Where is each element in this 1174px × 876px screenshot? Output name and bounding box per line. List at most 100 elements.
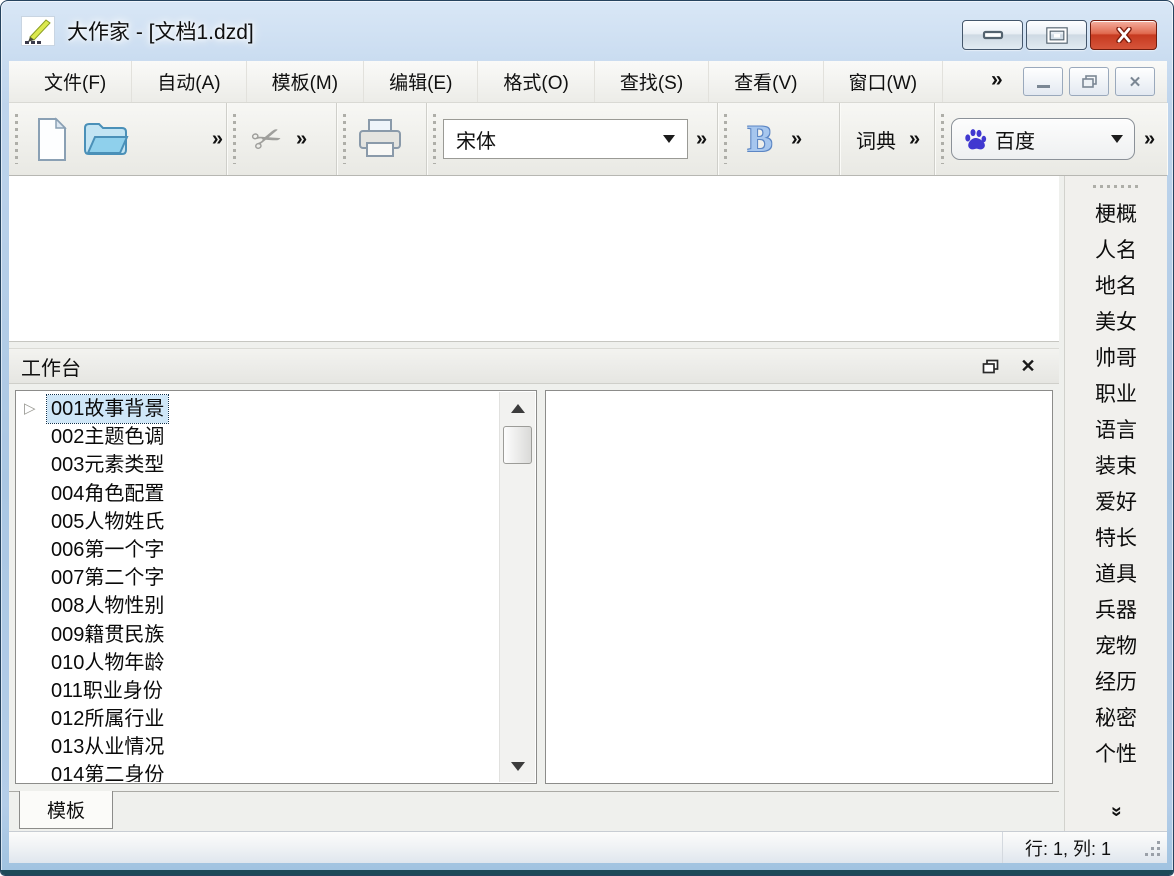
close-panel-button[interactable]: ✕ (1017, 355, 1039, 377)
toolbar-grip[interactable] (941, 114, 944, 164)
tree-item-label: 006第一个字 (51, 538, 165, 561)
sidebar-item[interactable]: 经历 (1095, 663, 1137, 699)
tab-template[interactable]: 模板 (19, 791, 113, 829)
sidebar-grip[interactable] (1093, 185, 1139, 188)
cut-button[interactable]: ✂ (243, 110, 291, 168)
sidebar-item[interactable]: 兵器 (1095, 591, 1137, 627)
scrollbar-thumb[interactable] (503, 426, 532, 464)
sidebar-item[interactable]: 宠物 (1095, 627, 1137, 663)
minimize-icon (982, 30, 1003, 40)
search-engine-select[interactable]: 百度 (951, 118, 1135, 160)
open-file-button[interactable] (79, 110, 133, 168)
new-document-icon (38, 116, 67, 161)
format-group-overflow-chevron[interactable]: » (791, 128, 802, 151)
app-window: 大作家 - [文档1.dzd] 文件(F) 自动(A) 模板(M) 编辑(E) … (0, 0, 1174, 876)
tree-item[interactable]: ▷ 011职业身份 (17, 677, 499, 705)
tree-item[interactable]: ▷ 012所属行业 (17, 705, 499, 733)
font-family-select[interactable]: 宋体 (443, 119, 688, 159)
print-button[interactable] (353, 110, 407, 168)
sidebar-item[interactable]: 美女 (1095, 303, 1137, 339)
close-button[interactable] (1090, 20, 1157, 50)
mdi-minimize-button[interactable] (1023, 67, 1063, 96)
tree-item-label: 007第二个字 (51, 567, 165, 590)
tree-item[interactable]: ▷ 006第一个字 (17, 536, 499, 564)
sidebar-item[interactable]: 梗概 (1095, 195, 1137, 231)
panel-tab-row: 模板 (9, 791, 1059, 831)
workbench-body: ▷ 001故事背景 ▷ 002主题色调 ▷ 003元素类型 (9, 384, 1059, 791)
menu-item[interactable]: 查找(S) (595, 61, 710, 102)
float-panel-button[interactable] (979, 355, 1001, 377)
tree-item[interactable]: ▷ 001故事背景 (17, 393, 499, 425)
sidebar-item[interactable]: 爱好 (1095, 483, 1137, 519)
menu-item[interactable]: 自动(A) (132, 61, 247, 102)
toolbar-grip[interactable] (724, 114, 727, 164)
bold-button[interactable]: B (734, 110, 786, 168)
menu-item[interactable]: 编辑(E) (364, 61, 479, 102)
bold-icon: B (747, 118, 773, 160)
toolbar-grip[interactable] (15, 114, 18, 164)
search-group-overflow-chevron[interactable]: » (1144, 128, 1155, 151)
menu-item[interactable]: 模板(M) (247, 61, 365, 102)
maximize-button[interactable] (1026, 20, 1087, 50)
new-document-button[interactable] (25, 110, 79, 168)
tree-item-label: 005人物姓氏 (51, 510, 165, 533)
resize-grip-icon[interactable] (1144, 840, 1162, 858)
scroll-up-button[interactable] (500, 392, 535, 424)
font-family-value: 宋体 (456, 130, 496, 153)
chevron-down-icon[interactable] (1111, 135, 1123, 143)
app-icon (21, 16, 55, 46)
mdi-close-button[interactable]: ✕ (1115, 67, 1155, 96)
dictionary-button[interactable]: 词典 (848, 117, 904, 161)
tree-item[interactable]: ▷ 013从业情况 (17, 733, 499, 761)
sidebar-item[interactable]: 帅哥 (1095, 339, 1137, 375)
chevron-down-icon[interactable] (663, 135, 675, 143)
dictionary-overflow-chevron[interactable]: » (909, 128, 920, 151)
tree-item[interactable]: ▷ 005人物姓氏 (17, 508, 499, 536)
sidebar-item[interactable]: 秘密 (1095, 699, 1137, 735)
template-detail-panel[interactable] (545, 390, 1053, 784)
document-editor[interactable] (9, 176, 1059, 342)
toolbar-group-edit: ✂ » (227, 103, 337, 175)
toolbar-grip[interactable] (233, 114, 236, 164)
sidebar-item[interactable]: 人名 (1095, 231, 1137, 267)
tree-item[interactable]: ▷ 010人物年龄 (17, 649, 499, 677)
edit-group-overflow-chevron[interactable]: » (296, 128, 307, 151)
tree-item[interactable]: ▷ 008人物性别 (17, 592, 499, 620)
tree-item[interactable]: ▷ 002主题色调 (17, 423, 499, 451)
sidebar-item[interactable]: 语言 (1095, 411, 1137, 447)
toolbar-group-font: 宋体 » (427, 103, 718, 175)
sidebar-item[interactable]: 职业 (1095, 375, 1137, 411)
sidebar-item[interactable]: 个性 (1095, 735, 1137, 771)
toolbar-grip[interactable] (433, 114, 436, 164)
sidebar-item[interactable]: 地名 (1095, 267, 1137, 303)
minimize-button[interactable] (962, 20, 1023, 50)
tree-item[interactable]: ▷ 014第二身份 (17, 761, 499, 782)
tree-item[interactable]: ▷ 007第二个字 (17, 564, 499, 592)
file-group-overflow-chevron[interactable]: » (212, 128, 223, 151)
toolbar-grip[interactable] (343, 114, 346, 164)
status-cursor-position: 行: 1, 列: 1 (1001, 832, 1111, 863)
workbench-header: 工作台 ✕ (9, 348, 1059, 384)
tree-item[interactable]: ▷ 009籍贯民族 (17, 621, 499, 649)
tree-item[interactable]: ▷ 003元素类型 (17, 451, 499, 479)
font-group-overflow-chevron[interactable]: » (696, 128, 707, 151)
menu-item[interactable]: 文件(F) (19, 61, 133, 102)
mdi-restore-button[interactable] (1069, 67, 1109, 96)
tree-item[interactable]: ▷ 004角色配置 (17, 480, 499, 508)
sidebar-categories: 梗概 人名 地名 美女 帅哥 职业 语言 装束 爱好 特长 道具 兵器 宠物 经… (1064, 176, 1167, 831)
expander-icon[interactable]: ▷ (24, 395, 36, 423)
toolbar-group-dictionary: 词典 » (840, 103, 935, 175)
sidebar-item[interactable]: 道具 (1095, 555, 1137, 591)
tree-scrollbar[interactable] (499, 392, 535, 782)
menu-item[interactable]: 查看(V) (709, 61, 824, 102)
menu-overflow-chevron[interactable]: » (991, 68, 1004, 92)
tree-item-label: 010人物年龄 (51, 651, 165, 674)
caption-buttons (962, 20, 1157, 50)
sidebar-more-chevron[interactable]: » (1105, 806, 1127, 814)
sidebar-item[interactable]: 特长 (1095, 519, 1137, 555)
mdi-restore-icon (1081, 75, 1097, 88)
scroll-down-button[interactable] (500, 750, 535, 782)
sidebar-item[interactable]: 装束 (1095, 447, 1137, 483)
menu-item[interactable]: 窗口(W) (824, 61, 944, 102)
menu-item[interactable]: 格式(O) (478, 61, 595, 102)
